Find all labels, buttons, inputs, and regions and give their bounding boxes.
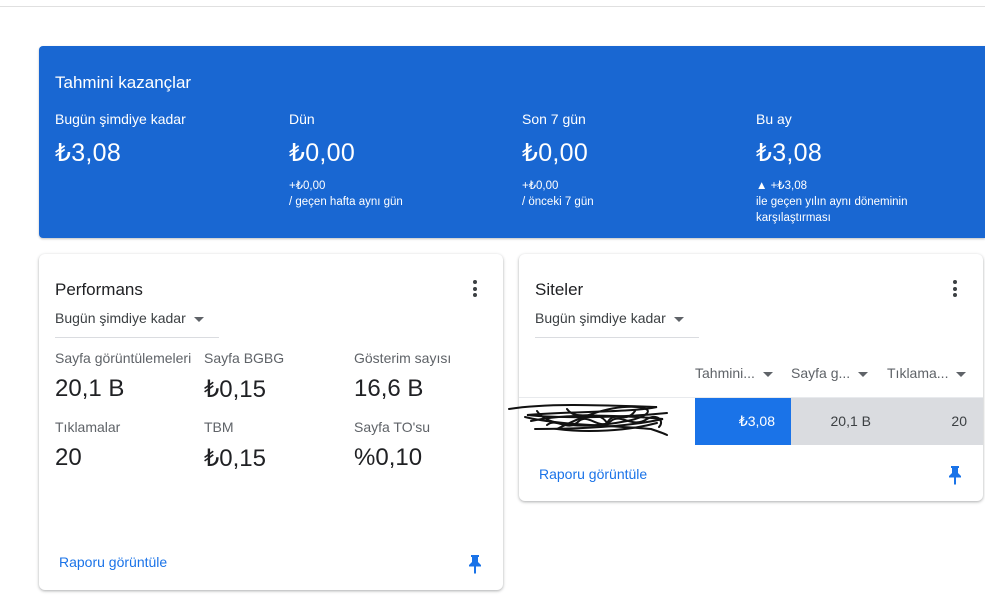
earnings-month-value: ₺3,08 — [756, 139, 823, 167]
metric-clicks[interactable]: Tıklamalar 20 — [55, 419, 200, 472]
more-vert-icon[interactable] — [465, 280, 485, 300]
performance-period-value: Bugün şimdiye kadar — [55, 310, 186, 326]
table-cell-clicks[interactable]: 20 — [887, 398, 983, 445]
arrow-drop-down-icon — [858, 371, 869, 377]
metric-value: 16,6 B — [354, 375, 424, 402]
earnings-month-comparison-line1: ile geçen yılın aynı döneminin — [756, 196, 908, 208]
earnings-month-comparison-line2: karşılaştırması — [756, 212, 831, 224]
metric-page-ctr[interactable]: Sayfa TO'su %0,10 — [354, 419, 499, 472]
sites-period-dropdown[interactable]: Bugün şimdiye kadar — [535, 310, 699, 338]
earnings-yesterday-label: Dün — [289, 111, 315, 127]
column-header-label: Tahmini... — [695, 365, 755, 381]
metric-label: Sayfa görüntülemeleri — [55, 350, 192, 366]
sites-view-report-link[interactable]: Raporu görüntüle — [539, 466, 647, 482]
sites-title: Siteler — [535, 280, 584, 299]
performance-card: Performans Bugün şimdiye kadar Sayfa gör… — [39, 254, 503, 590]
metric-value: 20 — [55, 444, 82, 471]
performance-title: Performans — [55, 280, 143, 299]
pin-icon[interactable] — [948, 465, 962, 485]
earnings-last7-comparison: +₺0,00 / önceki 7 gün — [522, 178, 742, 210]
arrow-drop-down-icon — [956, 371, 967, 377]
earnings-last7[interactable]: Son 7 gün ₺0,00 +₺0,00 / önceki 7 gün — [522, 111, 742, 210]
earnings-yesterday-comparison-text: / geçen hafta aynı gün — [289, 196, 403, 208]
table-cell-pageviews[interactable]: 20,1 B — [791, 398, 887, 445]
earnings-today-value: ₺3,08 — [55, 139, 122, 167]
arrow-drop-down-icon — [673, 316, 684, 322]
cell-value: 20 — [951, 413, 967, 429]
arrow-drop-down-icon — [762, 371, 773, 377]
arrow-drop-down-icon — [193, 316, 204, 322]
earnings-last7-value: ₺0,00 — [522, 139, 589, 167]
earnings-yesterday-delta: +₺0,00 — [289, 180, 326, 192]
metric-impressions[interactable]: Gösterim sayısı 16,6 B — [354, 350, 499, 403]
metric-cpc[interactable]: TBM ₺0,15 — [204, 419, 349, 473]
earnings-yesterday-value: ₺0,00 — [289, 139, 356, 167]
redacted-site-name — [508, 404, 668, 436]
metric-page-rpm[interactable]: Sayfa BGBG ₺0,15 — [204, 350, 349, 404]
earnings-month-delta: ▲ +₺3,08 — [756, 180, 807, 192]
table-cell-earnings[interactable]: ₺3,08 — [695, 398, 791, 445]
metric-label: Gösterim sayısı — [354, 350, 452, 366]
metric-label: Sayfa TO'su — [354, 419, 431, 435]
earnings-today[interactable]: Bugün şimdiye kadar ₺3,08 — [55, 111, 275, 168]
column-header-pageviews[interactable]: Sayfa g... — [791, 365, 869, 381]
top-divider — [0, 6, 985, 7]
metric-label: TBM — [204, 419, 234, 435]
more-vert-icon[interactable] — [945, 280, 965, 300]
earnings-yesterday-comparison: +₺0,00 / geçen hafta aynı gün — [289, 178, 509, 210]
column-header-earnings[interactable]: Tahmini... — [695, 365, 773, 381]
cell-value: ₺3,08 — [738, 413, 775, 429]
metric-pageviews[interactable]: Sayfa görüntülemeleri 20,1 B — [55, 350, 200, 403]
earnings-last7-comparison-text: / önceki 7 gün — [522, 196, 594, 208]
metric-label: Tıklamalar — [55, 419, 121, 435]
metric-value: ₺0,15 — [204, 376, 266, 403]
metric-value: 20,1 B — [55, 375, 125, 402]
column-header-label: Tıklama... — [887, 365, 949, 381]
metric-value: ₺0,15 — [204, 445, 266, 472]
earnings-last7-label: Son 7 gün — [522, 111, 586, 127]
metric-label: Sayfa BGBG — [204, 350, 285, 366]
performance-view-report-link[interactable]: Raporu görüntüle — [59, 554, 167, 570]
column-header-label: Sayfa g... — [791, 365, 851, 381]
pin-icon[interactable] — [468, 554, 482, 574]
estimated-earnings-card: Tahmini kazançlar Bugün şimdiye kadar ₺3… — [39, 46, 985, 238]
sites-card: Siteler Bugün şimdiye kadar Tahmini... S… — [508, 254, 983, 501]
column-header-clicks[interactable]: Tıklama... — [887, 365, 967, 381]
earnings-title: Tahmini kazançlar — [55, 73, 192, 92]
earnings-today-label: Bugün şimdiye kadar — [55, 111, 186, 127]
metric-value: %0,10 — [354, 444, 423, 471]
earnings-month[interactable]: Bu ay ₺3,08 ▲ +₺3,08 ile geçen yılın ayn… — [756, 111, 976, 226]
earnings-month-label: Bu ay — [756, 111, 792, 127]
earnings-yesterday[interactable]: Dün ₺0,00 +₺0,00 / geçen hafta aynı gün — [289, 111, 509, 210]
cell-value: 20,1 B — [830, 413, 871, 429]
performance-period-dropdown[interactable]: Bugün şimdiye kadar — [55, 310, 219, 338]
earnings-month-comparison: ▲ +₺3,08 ile geçen yılın aynı döneminin … — [756, 178, 976, 226]
sites-period-value: Bugün şimdiye kadar — [535, 310, 666, 326]
earnings-last7-delta: +₺0,00 — [522, 180, 559, 192]
